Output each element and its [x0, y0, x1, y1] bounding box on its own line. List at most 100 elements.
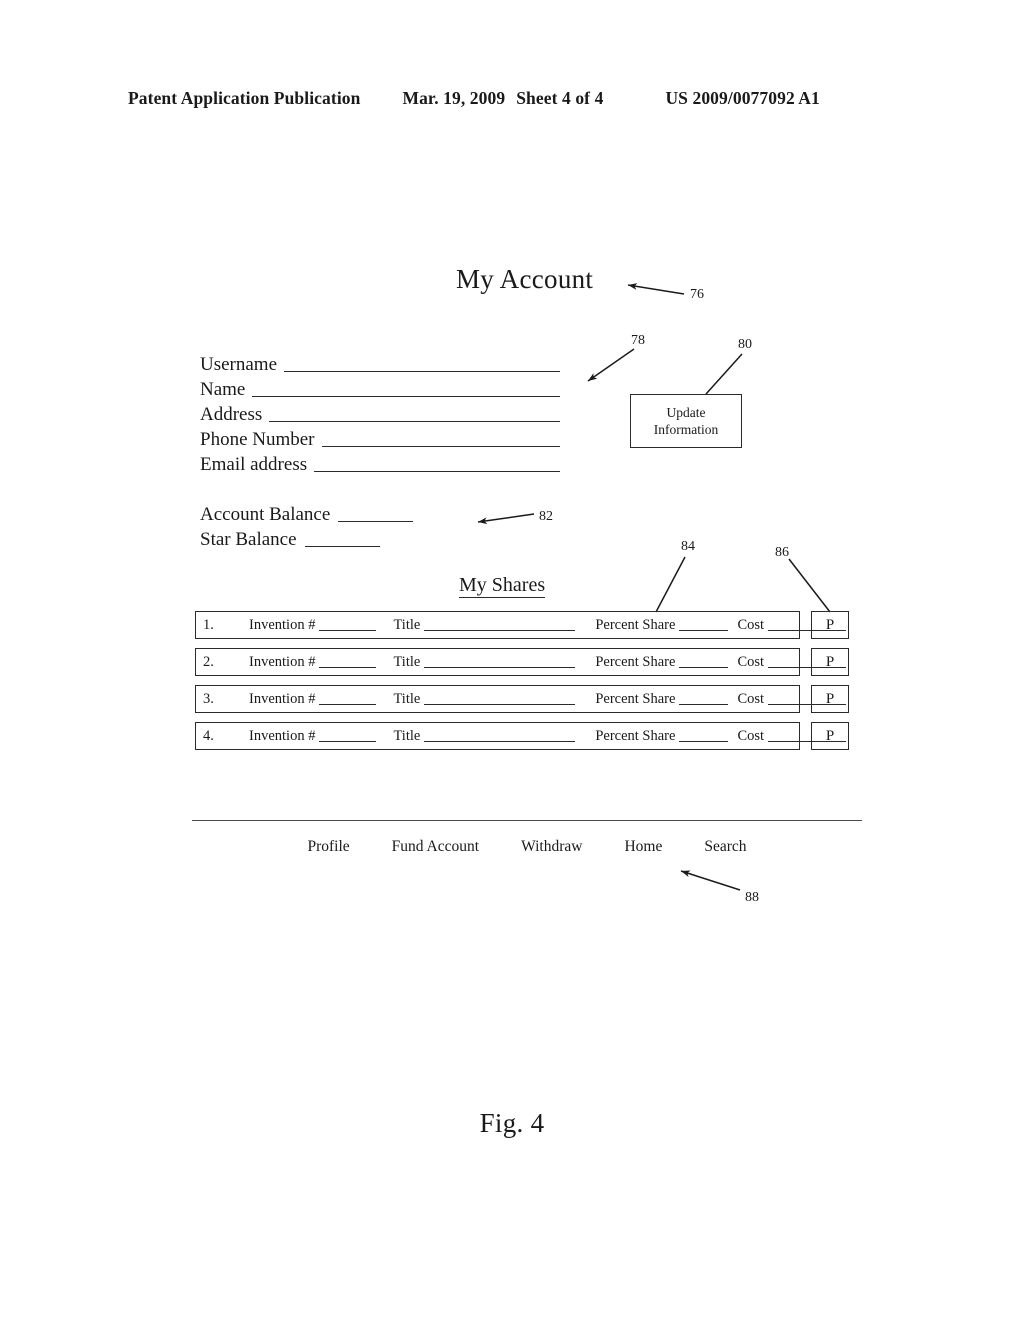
footer-divider — [192, 820, 862, 821]
address-input[interactable] — [269, 408, 560, 422]
table-row[interactable]: 2. Invention # Title Percent Share Cost — [195, 648, 847, 676]
table-row[interactable]: 4. Invention # Title Percent Share Cost — [195, 722, 847, 750]
nav-item-home[interactable]: Home — [624, 838, 662, 856]
title-cell: Title — [393, 654, 576, 670]
balance-row-star: Star Balance — [200, 525, 560, 550]
field-row-address: Address — [200, 400, 560, 425]
publication-label: Patent Application Publication — [128, 88, 361, 108]
reference-numeral-80: 80 — [738, 337, 752, 352]
name-label: Name — [200, 379, 246, 400]
cost-label: Cost — [737, 654, 765, 670]
reference-numeral-88: 88 — [745, 890, 759, 905]
share-row-index: 3. — [203, 690, 214, 707]
invention-label: Invention # — [249, 617, 316, 633]
p-button[interactable]: P — [811, 648, 849, 676]
star-balance-value — [304, 533, 380, 547]
title-cell: Title — [393, 728, 576, 744]
percent-share-input[interactable] — [679, 618, 729, 631]
star-balance-label: Star Balance — [200, 529, 297, 550]
percent-share-cell: Percent Share — [595, 654, 729, 670]
phone-number-input[interactable] — [321, 433, 560, 447]
invention-cell: Invention # — [249, 728, 377, 744]
p-button[interactable]: P — [811, 685, 849, 713]
table-row[interactable]: 1. Invention # Title Percent Share Cost — [195, 611, 847, 639]
title-input[interactable] — [424, 729, 576, 742]
invention-input[interactable] — [319, 618, 377, 631]
figure-title: My Account — [456, 264, 594, 294]
percent-share-input[interactable] — [679, 729, 729, 742]
title-label: Title — [393, 654, 421, 670]
invention-input[interactable] — [319, 692, 377, 705]
address-label: Address — [200, 404, 263, 425]
percent-share-cell: Percent Share — [595, 617, 729, 633]
share-line-3: 3. Invention # Title Percent Share Cost … — [195, 685, 850, 713]
percent-share-label: Percent Share — [595, 617, 676, 633]
patent-header: Patent Application Publication Mar. 19, … — [128, 88, 896, 109]
username-label: Username — [200, 354, 278, 375]
p-button[interactable]: P — [811, 722, 849, 750]
invention-input[interactable] — [319, 729, 377, 742]
my-shares-heading: My Shares — [459, 574, 546, 598]
invention-label: Invention # — [249, 691, 316, 707]
balance-row-account: Account Balance — [200, 500, 560, 525]
invention-cell: Invention # — [249, 617, 377, 633]
title-input[interactable] — [424, 618, 576, 631]
share-row-index: 2. — [203, 653, 214, 670]
title-cell: Title — [393, 691, 576, 707]
sheet-number: Sheet 4 of 4 — [516, 88, 604, 108]
nav-item-withdraw[interactable]: Withdraw — [521, 838, 582, 856]
title-input[interactable] — [424, 692, 576, 705]
share-row-index: 4. — [203, 727, 214, 744]
account-balance-value — [338, 508, 414, 522]
account-info-form: Username Name Address Phone Number Email… — [200, 350, 560, 475]
p-button[interactable]: P — [811, 611, 849, 639]
invention-cell: Invention # — [249, 654, 377, 670]
update-information-line2: Information — [653, 422, 719, 437]
invention-label: Invention # — [249, 654, 316, 670]
title-input[interactable] — [424, 655, 576, 668]
percent-share-label: Percent Share — [595, 654, 676, 670]
reference-numeral-84: 84 — [681, 539, 695, 554]
reference-numeral-78: 78 — [631, 333, 645, 348]
share-line-1: 1. Invention # Title Percent Share Cost … — [195, 611, 850, 639]
share-line-2: 2. Invention # Title Percent Share Cost … — [195, 648, 850, 676]
email-address-input[interactable] — [314, 458, 560, 472]
title-label: Title — [393, 617, 421, 633]
update-information-button[interactable]: Update Information — [630, 394, 742, 448]
title-cell: Title — [393, 617, 576, 633]
title-label: Title — [393, 691, 421, 707]
percent-share-cell: Percent Share — [595, 728, 729, 744]
nav-item-profile[interactable]: Profile — [307, 838, 349, 856]
share-row-index: 1. — [203, 616, 214, 633]
email-address-label: Email address — [200, 454, 308, 475]
field-row-name: Name — [200, 375, 560, 400]
username-input[interactable] — [284, 358, 560, 372]
invention-cell: Invention # — [249, 691, 377, 707]
field-row-phone-number: Phone Number — [200, 425, 560, 450]
balances-section: Account Balance Star Balance — [200, 500, 560, 550]
nav-item-search[interactable]: Search — [704, 838, 746, 856]
field-row-email-address: Email address — [200, 450, 560, 475]
name-input[interactable] — [252, 383, 560, 397]
percent-share-input[interactable] — [679, 655, 729, 668]
invention-label: Invention # — [249, 728, 316, 744]
my-shares-list: 1. Invention # Title Percent Share Cost … — [195, 611, 850, 759]
phone-number-label: Phone Number — [200, 429, 315, 450]
reference-numeral-76: 76 — [690, 287, 704, 302]
percent-share-label: Percent Share — [595, 691, 676, 707]
figure-caption: Fig. 4 — [479, 1108, 545, 1138]
percent-share-label: Percent Share — [595, 728, 676, 744]
title-label: Title — [393, 728, 421, 744]
cost-label: Cost — [737, 728, 765, 744]
percent-share-cell: Percent Share — [595, 691, 729, 707]
cost-label: Cost — [737, 691, 765, 707]
share-line-4: 4. Invention # Title Percent Share Cost … — [195, 722, 850, 750]
percent-share-input[interactable] — [679, 692, 729, 705]
invention-input[interactable] — [319, 655, 377, 668]
table-row[interactable]: 3. Invention # Title Percent Share Cost — [195, 685, 847, 713]
account-balance-label: Account Balance — [200, 504, 331, 525]
update-information-line1: Update — [666, 405, 706, 420]
reference-numeral-86: 86 — [775, 545, 789, 560]
patent-number: US 2009/0077092 A1 — [665, 88, 820, 108]
nav-item-fund-account[interactable]: Fund Account — [392, 838, 479, 856]
